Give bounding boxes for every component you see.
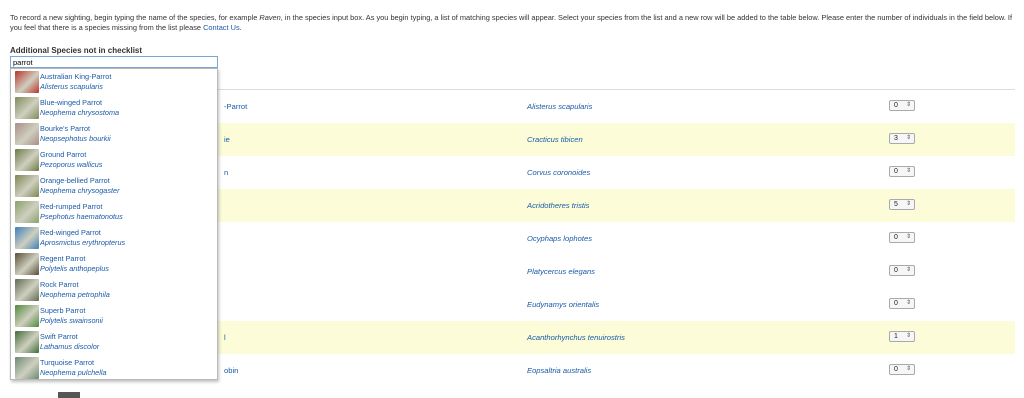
autocomplete-option[interactable]: Australian King-Parrot Alisterus scapula… bbox=[11, 69, 217, 95]
count-select[interactable]: 1 ⇕ bbox=[889, 331, 915, 342]
additional-species-label: Additional Species not in checklist bbox=[10, 46, 143, 55]
count-select[interactable]: 5 ⇕ bbox=[889, 199, 915, 210]
count-value: 0 bbox=[894, 234, 898, 241]
option-scientific-name: Psephotus haematonotus bbox=[40, 212, 123, 221]
option-common-name: Superb Parrot bbox=[40, 306, 86, 315]
count-select[interactable]: 3 ⇕ bbox=[889, 133, 915, 144]
common-name[interactable]: obin bbox=[224, 366, 238, 375]
autocomplete-option[interactable]: Turquoise Parrot Neophema pulchella bbox=[11, 355, 217, 379]
count-value: 0 bbox=[894, 102, 898, 109]
option-scientific-name: Alisterus scapularis bbox=[40, 82, 103, 91]
count-select[interactable]: 0 ⇕ bbox=[889, 364, 915, 375]
count-select[interactable]: 0 ⇕ bbox=[889, 265, 915, 276]
autocomplete-option[interactable]: Red-rumped Parrot Psephotus haematonotus bbox=[11, 199, 217, 225]
contact-us-link[interactable]: Contact Us bbox=[203, 23, 240, 32]
option-common-name: Turquoise Parrot bbox=[40, 358, 95, 367]
stepper-arrows-icon: ⇕ bbox=[905, 201, 911, 207]
scientific-name: Acridotheres tristis bbox=[527, 201, 590, 210]
bird-photo-icon bbox=[15, 357, 39, 379]
intro-text-1: To record a new sighting, begin typing t… bbox=[10, 13, 260, 22]
bird-photo-icon bbox=[15, 123, 39, 145]
scientific-name: Acanthorhynchus tenuirostris bbox=[527, 333, 625, 342]
option-common-name: Blue-winged Parrot bbox=[40, 98, 103, 107]
bird-photo-icon bbox=[15, 97, 39, 119]
intro-example-word: Raven bbox=[259, 13, 281, 22]
species-search-input[interactable] bbox=[10, 56, 218, 68]
bird-photo-icon bbox=[15, 331, 39, 353]
intro-text-end: . bbox=[239, 23, 242, 32]
count-value: 3 bbox=[894, 135, 898, 142]
bird-photo-icon bbox=[15, 253, 39, 275]
bird-photo-icon bbox=[15, 71, 39, 93]
scientific-name: Platycercus elegans bbox=[527, 267, 595, 276]
common-name[interactable]: -Parrot bbox=[224, 102, 247, 111]
bird-photo-icon bbox=[15, 227, 39, 249]
bird-photo-icon bbox=[15, 175, 39, 197]
scientific-name: Eudynamys orientalis bbox=[527, 300, 600, 309]
count-select[interactable]: 0 ⇕ bbox=[889, 166, 915, 177]
bird-photo-icon bbox=[15, 201, 39, 223]
option-common-name: Swift Parrot bbox=[40, 332, 78, 341]
count-value: 1 bbox=[894, 333, 898, 340]
bird-photo-icon bbox=[15, 149, 39, 171]
option-common-name: Bourke's Parrot bbox=[40, 124, 91, 133]
scientific-name: Alisterus scapularis bbox=[527, 102, 593, 111]
option-scientific-name: Neophema petrophila bbox=[40, 290, 110, 299]
autocomplete-option[interactable]: Regent Parrot Polytelis anthopeplus bbox=[11, 251, 217, 277]
autocomplete-option[interactable]: Orange-bellied Parrot Neophema chrysogas… bbox=[11, 173, 217, 199]
option-common-name: Orange-bellied Parrot bbox=[40, 176, 110, 185]
count-select[interactable]: 0 ⇕ bbox=[889, 298, 915, 309]
count-value: 0 bbox=[894, 168, 898, 175]
option-scientific-name: Neophema pulchella bbox=[40, 368, 107, 377]
option-common-name: Rock Parrot bbox=[40, 280, 79, 289]
autocomplete-option[interactable]: Blue-winged Parrot Neophema chrysostoma bbox=[11, 95, 217, 121]
count-value: 0 bbox=[894, 366, 898, 373]
option-scientific-name: Polytelis anthopeplus bbox=[40, 264, 109, 273]
autocomplete-option[interactable]: Ground Parrot Pezoporus wallicus bbox=[11, 147, 217, 173]
option-common-name: Ground Parrot bbox=[40, 150, 87, 159]
count-value: 5 bbox=[894, 201, 898, 208]
stepper-arrows-icon: ⇕ bbox=[905, 102, 911, 108]
option-scientific-name: Neophema chrysostoma bbox=[40, 108, 120, 117]
option-scientific-name: Aprosmictus erythropterus bbox=[40, 238, 126, 247]
autocomplete-option[interactable]: Superb Parrot Polytelis swainsonii bbox=[11, 303, 217, 329]
common-name[interactable]: n bbox=[224, 168, 228, 177]
stepper-arrows-icon: ⇕ bbox=[905, 135, 911, 141]
autocomplete-option[interactable]: Red-winged Parrot Aprosmictus erythropte… bbox=[11, 225, 217, 251]
stepper-arrows-icon: ⇕ bbox=[905, 267, 911, 273]
stepper-arrows-icon: ⇕ bbox=[905, 300, 911, 306]
option-common-name: Regent Parrot bbox=[40, 254, 86, 263]
count-select[interactable]: 0 ⇕ bbox=[889, 100, 915, 111]
bird-photo-icon bbox=[15, 279, 39, 301]
species-thumbnail bbox=[58, 392, 80, 398]
autocomplete-option[interactable]: Bourke's Parrot Neopsephotus bourkii bbox=[11, 121, 217, 147]
autocomplete-option[interactable]: Rock Parrot Neophema petrophila bbox=[11, 277, 217, 303]
count-select[interactable]: 0 ⇕ bbox=[889, 232, 915, 243]
option-scientific-name: Polytelis swainsonii bbox=[40, 316, 103, 325]
common-name[interactable]: ie bbox=[224, 135, 230, 144]
count-value: 0 bbox=[894, 300, 898, 307]
scientific-name: Eopsaltria australis bbox=[527, 366, 592, 375]
scientific-name: Corvus coronoides bbox=[527, 168, 591, 177]
autocomplete-option[interactable]: Swift Parrot Lathamus discolor bbox=[11, 329, 217, 355]
common-name[interactable]: l bbox=[224, 333, 226, 342]
count-value: 0 bbox=[894, 267, 898, 274]
stepper-arrows-icon: ⇕ bbox=[905, 168, 911, 174]
option-common-name: Australian King-Parrot bbox=[40, 72, 112, 81]
instructions-text: To record a new sighting, begin typing t… bbox=[10, 13, 1015, 33]
stepper-arrows-icon: ⇕ bbox=[905, 366, 911, 372]
option-scientific-name: Neophema chrysogaster bbox=[40, 186, 120, 195]
species-autocomplete-dropdown: Australian King-Parrot Alisterus scapula… bbox=[10, 68, 218, 380]
bird-photo-icon bbox=[15, 305, 39, 327]
scientific-name: Ocyphaps lophotes bbox=[527, 234, 593, 243]
option-scientific-name: Neopsephotus bourkii bbox=[40, 134, 111, 143]
option-scientific-name: Lathamus discolor bbox=[40, 342, 100, 351]
option-common-name: Red-winged Parrot bbox=[40, 228, 101, 237]
scientific-name: Cracticus tibicen bbox=[527, 135, 583, 144]
stepper-arrows-icon: ⇕ bbox=[905, 333, 911, 339]
option-common-name: Red-rumped Parrot bbox=[40, 202, 103, 211]
option-scientific-name: Pezoporus wallicus bbox=[40, 160, 103, 169]
stepper-arrows-icon: ⇕ bbox=[905, 234, 911, 240]
